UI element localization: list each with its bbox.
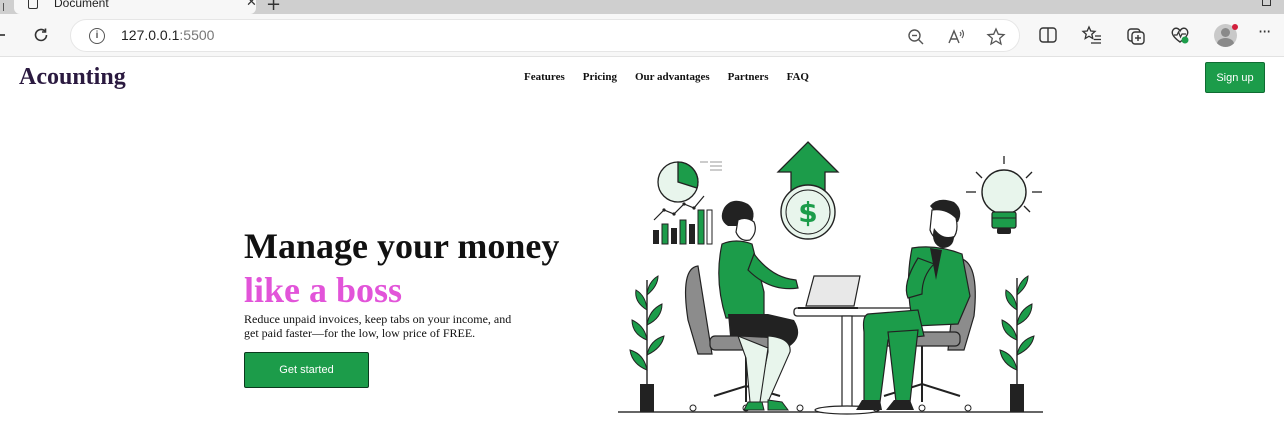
page: Acounting Features Pricing Our advantage… bbox=[0, 58, 1284, 437]
signup-button[interactable]: Sign up bbox=[1205, 62, 1265, 93]
health-icon[interactable] bbox=[1169, 24, 1191, 46]
get-started-button[interactable]: Get started bbox=[244, 352, 369, 388]
site-logo[interactable]: Acounting bbox=[19, 64, 126, 91]
url-port: :5500 bbox=[179, 27, 215, 43]
hero-accent-title: like a boss bbox=[244, 270, 403, 310]
pie-chart-icon bbox=[657, 161, 722, 203]
browser-tab-strip: Document ✕ + bbox=[0, 0, 1284, 15]
document-icon bbox=[28, 0, 38, 9]
woman-figure bbox=[718, 200, 799, 411]
favorite-star-icon[interactable] bbox=[985, 26, 1007, 48]
left-plant-icon bbox=[629, 275, 665, 412]
profile-notification-dot bbox=[1232, 24, 1238, 30]
main-nav: Features Pricing Our advantages Partners… bbox=[524, 71, 809, 83]
tab-close-icon[interactable]: ✕ bbox=[246, 0, 257, 10]
tab-title: Document bbox=[54, 0, 109, 10]
nav-pricing[interactable]: Pricing bbox=[583, 71, 617, 83]
url-text[interactable]: 127.0.0.1:5500 bbox=[121, 27, 214, 43]
browser-toolbar: i 127.0.0.1:5500 ··· bbox=[0, 14, 1284, 57]
light-bulb-icon bbox=[966, 156, 1042, 234]
favorites-icon[interactable] bbox=[1081, 24, 1103, 46]
avatar-head bbox=[1221, 28, 1230, 37]
split-screen-icon[interactable] bbox=[1037, 24, 1059, 46]
info-icon[interactable]: i bbox=[89, 28, 105, 44]
url-host: 127.0.0.1 bbox=[121, 27, 180, 43]
collections-icon[interactable] bbox=[1125, 24, 1147, 46]
more-icon[interactable]: ··· bbox=[1258, 22, 1271, 41]
business-meeting-illustration: $ bbox=[618, 141, 1043, 415]
nav-faq[interactable]: FAQ bbox=[787, 71, 809, 83]
read-aloud-icon[interactable] bbox=[945, 26, 967, 48]
bar-chart-icon bbox=[653, 195, 713, 245]
hero-description: Reduce unpaid invoices, keep tabs on you… bbox=[244, 312, 512, 340]
currency-symbol: $ bbox=[798, 196, 817, 229]
man-figure bbox=[856, 199, 971, 410]
avatar-body bbox=[1217, 38, 1234, 47]
laptop-icon bbox=[798, 275, 861, 309]
hero-title: Manage your money bbox=[244, 226, 560, 266]
right-plant-icon bbox=[999, 275, 1035, 412]
reload-icon[interactable] bbox=[32, 26, 50, 44]
address-bar[interactable]: i 127.0.0.1:5500 bbox=[70, 19, 1020, 52]
nav-our-advantages[interactable]: Our advantages bbox=[635, 71, 710, 83]
browser-tab[interactable]: Document ✕ bbox=[14, 0, 257, 14]
dollar-arrow-icon: $ bbox=[776, 141, 840, 240]
zoom-out-icon[interactable] bbox=[905, 26, 927, 48]
tab-scroll-icon[interactable] bbox=[0, 3, 4, 11]
back-icon[interactable] bbox=[0, 34, 5, 36]
new-tab-icon[interactable]: + bbox=[266, 0, 281, 15]
nav-partners[interactable]: Partners bbox=[728, 71, 769, 83]
nav-features[interactable]: Features bbox=[524, 71, 565, 83]
restore-window-icon[interactable] bbox=[1262, 0, 1271, 6]
